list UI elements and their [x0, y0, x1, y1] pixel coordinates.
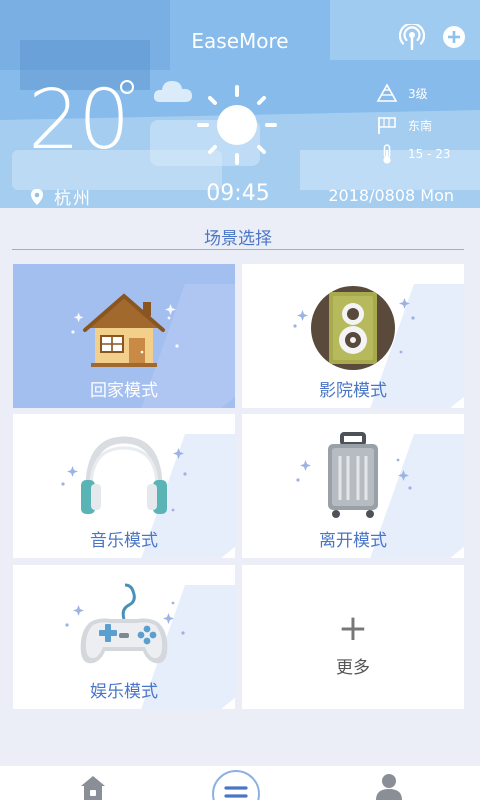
user-icon	[376, 774, 402, 800]
wind-direction-row: 东南	[376, 114, 432, 136]
temp-range-row: 15 - 23	[376, 143, 451, 165]
current-date: 2018/0808 Mon	[328, 186, 454, 205]
info-bar: 杭州 09:45 2018/0808 Mon	[0, 178, 480, 208]
weather-header: EaseMore 20 3级 东南 15 - 23 杭州 09:45 2018/…	[0, 0, 480, 208]
scene-card-away[interactable]: 离开模式	[242, 414, 464, 558]
scene-label-home: 回家模式	[90, 381, 158, 401]
section-divider	[12, 249, 464, 250]
wind-level-icon	[376, 83, 398, 102]
speaker-icon	[293, 286, 415, 370]
cloud-icon	[153, 81, 192, 102]
wind-direction-text: 东南	[408, 118, 433, 133]
wind-level-text: 3级	[408, 86, 428, 101]
flag-icon	[378, 117, 396, 134]
bottom-tab-bar	[0, 766, 480, 800]
scene-card-music[interactable]: 音乐模式	[13, 414, 235, 558]
tab-home[interactable]	[78, 770, 108, 800]
signal-icon[interactable]	[398, 22, 426, 51]
wind-level-row: 3级	[376, 82, 428, 104]
list-icon	[224, 786, 248, 798]
thermometer-icon	[383, 144, 391, 164]
scene-card-entertainment[interactable]: 娱乐模式	[13, 565, 235, 709]
tab-profile[interactable]	[374, 770, 404, 800]
tab-scenes[interactable]	[212, 770, 260, 800]
scene-card-cinema[interactable]: 影院模式	[242, 264, 464, 408]
degree-icon	[120, 80, 134, 94]
plus-icon: +	[337, 608, 369, 649]
suitcase-icon	[296, 432, 412, 518]
current-temperature: 20	[28, 73, 130, 168]
add-device-button[interactable]	[441, 24, 467, 50]
headphones-icon	[61, 436, 187, 514]
scene-label-cinema: 影院模式	[319, 381, 387, 401]
section-title: 场景选择	[204, 229, 272, 249]
scene-label-music: 音乐模式	[90, 531, 158, 551]
temp-range-text: 15 - 23	[408, 147, 451, 161]
home-icon	[81, 776, 105, 800]
plus-circle-icon	[443, 26, 465, 48]
house-icon	[71, 293, 179, 367]
gamepad-icon	[65, 583, 185, 664]
scene-label-away: 离开模式	[319, 531, 387, 551]
more-label: 更多	[336, 658, 370, 678]
scene-card-home[interactable]: 回家模式	[13, 264, 235, 408]
more-scenes-button[interactable]: + 更多	[242, 565, 464, 709]
sun-icon	[197, 85, 277, 165]
scene-label-entertainment: 娱乐模式	[90, 682, 158, 702]
